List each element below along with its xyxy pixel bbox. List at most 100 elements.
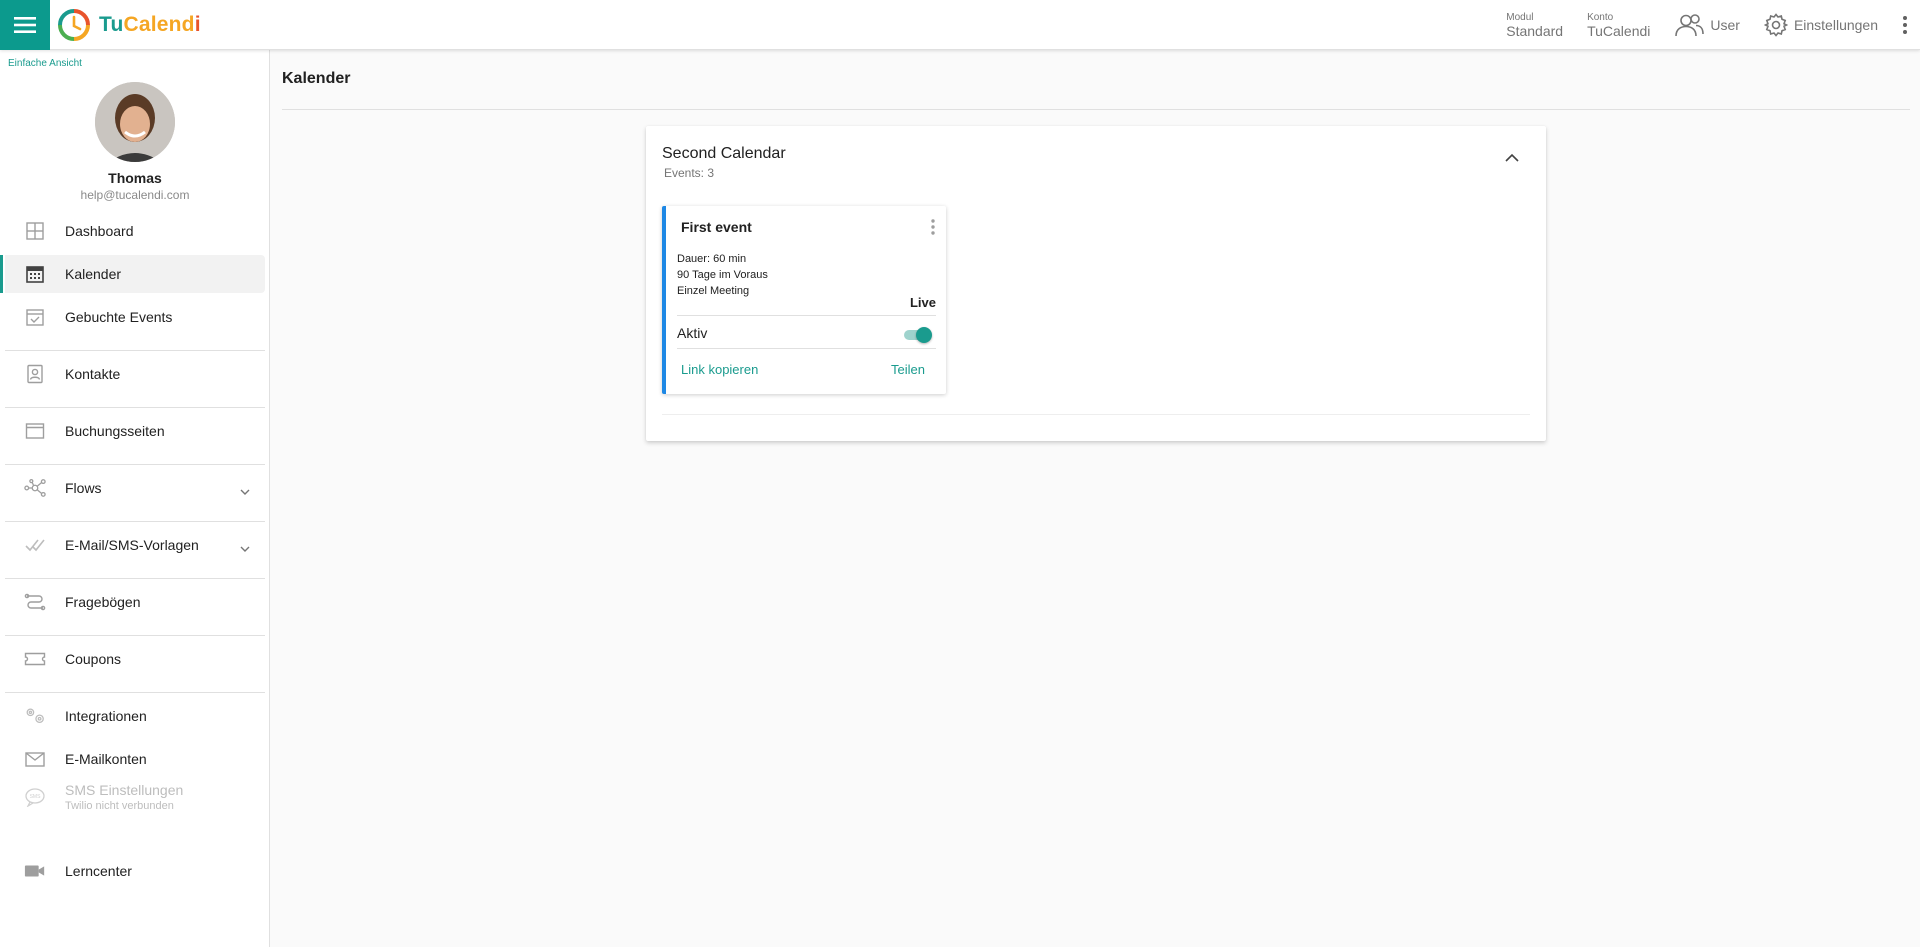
sidebar-item-kontakte[interactable]: Kontakte xyxy=(5,355,265,393)
divider xyxy=(5,464,265,465)
calendar-events-count: Events: 3 xyxy=(664,166,715,180)
hamburger-icon xyxy=(14,17,36,33)
simple-view-link[interactable]: Einfache Ansicht xyxy=(8,58,82,69)
sidebar-item-label: Buchungsseiten xyxy=(65,423,165,439)
sidebar-item-label: Gebuchte Events xyxy=(65,309,173,325)
chevron-up-icon xyxy=(1505,153,1519,162)
sidebar-item-email-sms-vorlagen[interactable]: E-Mail/SMS-Vorlagen xyxy=(5,526,265,564)
vertical-dots-icon xyxy=(931,219,935,235)
sidebar-item-label: E-Mailkonten xyxy=(65,751,147,767)
sidebar-item-label: Kontakte xyxy=(65,366,121,382)
calendar-name: Second Calendar xyxy=(662,145,786,162)
modul-label: Modul xyxy=(1506,11,1534,23)
vertical-dots-icon xyxy=(1903,16,1907,34)
coupon-icon xyxy=(24,649,46,669)
event-details: Dauer: 60 min 90 Tage im Voraus Einzel M… xyxy=(677,251,768,299)
konto-label: Konto xyxy=(1587,11,1614,23)
user-email: help@tucalendi.com xyxy=(80,188,190,202)
tucalendi-logo-icon xyxy=(58,9,90,41)
user-button[interactable]: User xyxy=(1674,13,1740,37)
sidebar-item-label: Kalender xyxy=(65,266,122,282)
konto-value: TuCalendi xyxy=(1587,22,1651,39)
toggle-thumb xyxy=(916,327,932,343)
sidebar-item-sublabel: Twilio nicht verbunden xyxy=(65,800,174,812)
sidebar-item-integrationen[interactable]: Integrationen xyxy=(5,697,265,735)
user-label: User xyxy=(1710,17,1740,33)
sidebar-item-label: Lerncenter xyxy=(65,863,132,879)
modul-value: Standard xyxy=(1506,22,1564,39)
divider xyxy=(5,521,265,522)
contacts-icon xyxy=(24,364,46,384)
page-title: Kalender xyxy=(282,70,351,87)
brand-logo[interactable]: TuCalendi xyxy=(57,7,201,43)
sidebar-item-label: Fragebögen xyxy=(65,594,141,610)
sidebar-item-sms-einstellungen[interactable]: SMS SMS Einstellungen Twilio nicht verbu… xyxy=(5,778,265,816)
sidebar-item-lerncenter[interactable]: Lerncenter xyxy=(5,852,265,890)
event-title: First event xyxy=(681,219,752,235)
calendar-card: Second Calendar Events: 3 First event Da… xyxy=(646,126,1546,441)
video-camera-icon xyxy=(24,861,46,881)
sidebar-item-e-mailkonten[interactable]: E-Mailkonten xyxy=(5,740,265,778)
questionnaire-icon xyxy=(24,592,46,612)
checkmarks-icon xyxy=(24,535,46,555)
sidebar-item-buchungsseiten[interactable]: Buchungsseiten xyxy=(5,412,265,450)
calendar-check-icon xyxy=(24,307,46,327)
gear-icon xyxy=(1763,13,1788,37)
event-advance: 90 Tage im Voraus xyxy=(677,269,768,281)
settings-label: Einstellungen xyxy=(1793,17,1878,33)
sms-icon: SMS xyxy=(24,787,46,807)
divider xyxy=(282,109,1910,110)
collapse-button[interactable] xyxy=(1504,150,1520,168)
hamburger-menu-button[interactable] xyxy=(0,0,50,50)
event-status: Live xyxy=(909,295,936,310)
flows-icon xyxy=(24,478,46,498)
users-icon xyxy=(1675,14,1705,37)
event-type: Einzel Meeting xyxy=(677,285,750,297)
user-profile: Thomas help@tucalendi.com xyxy=(0,82,270,202)
sidebar-item-coupons[interactable]: Coupons xyxy=(5,640,265,678)
sidebar-item-flows[interactable]: Flows xyxy=(5,469,265,507)
divider xyxy=(662,414,1530,415)
konto-indicator: Konto TuCalendi xyxy=(1587,11,1651,39)
share-button[interactable]: Teilen xyxy=(891,362,925,377)
sidebar-item-dashboard[interactable]: Dashboard xyxy=(5,212,265,250)
svg-text:SMS: SMS xyxy=(30,794,42,800)
event-active-label: Aktiv xyxy=(677,325,708,341)
sidebar: Einfache Ansicht Thomas help@tucalendi.c… xyxy=(0,50,270,947)
sidebar-item-label: E-Mail/SMS-Vorlagen xyxy=(65,537,199,553)
chevron-down-icon xyxy=(239,540,251,558)
sidebar-item-label: Integrationen xyxy=(65,708,147,724)
divider xyxy=(5,578,265,579)
top-bar: TuCalendi Modul Standard Konto TuCalendi… xyxy=(0,0,1920,50)
calendar-icon xyxy=(24,264,46,284)
sidebar-item-gebuchte-events[interactable]: Gebuchte Events xyxy=(5,298,265,336)
event-active-toggle[interactable] xyxy=(902,327,932,343)
divider xyxy=(5,350,265,351)
divider xyxy=(5,692,265,693)
divider xyxy=(677,348,936,349)
sidebar-item-frageboegen[interactable]: Fragebögen xyxy=(5,583,265,621)
event-menu-button[interactable] xyxy=(930,218,936,241)
main-content: Kalender Second Calendar Events: 3 First… xyxy=(271,50,1920,947)
settings-button[interactable]: Einstellungen xyxy=(1763,13,1878,37)
more-options-button[interactable] xyxy=(1902,15,1908,35)
copy-link-button[interactable]: Link kopieren xyxy=(681,362,758,377)
dashboard-icon xyxy=(24,221,46,241)
sidebar-item-label: Dashboard xyxy=(65,223,134,239)
avatar[interactable] xyxy=(95,82,175,162)
sidebar-item-label: Flows xyxy=(65,480,102,496)
browser-window-icon xyxy=(24,421,46,441)
user-name: Thomas xyxy=(108,170,162,186)
divider xyxy=(5,407,265,408)
gears-icon xyxy=(24,706,46,726)
brand-name: TuCalendi xyxy=(99,13,201,36)
event-card[interactable]: First event Dauer: 60 min 90 Tage im Vor… xyxy=(662,206,946,394)
sidebar-item-label: Coupons xyxy=(65,651,122,667)
chevron-down-icon xyxy=(239,483,251,501)
sidebar-item-kalender[interactable]: Kalender xyxy=(0,255,265,293)
sidebar-item-label: SMS Einstellungen xyxy=(65,782,184,798)
modul-indicator: Modul Standard xyxy=(1506,11,1564,39)
divider xyxy=(677,315,936,316)
avatar-image xyxy=(95,82,175,162)
divider xyxy=(5,635,265,636)
